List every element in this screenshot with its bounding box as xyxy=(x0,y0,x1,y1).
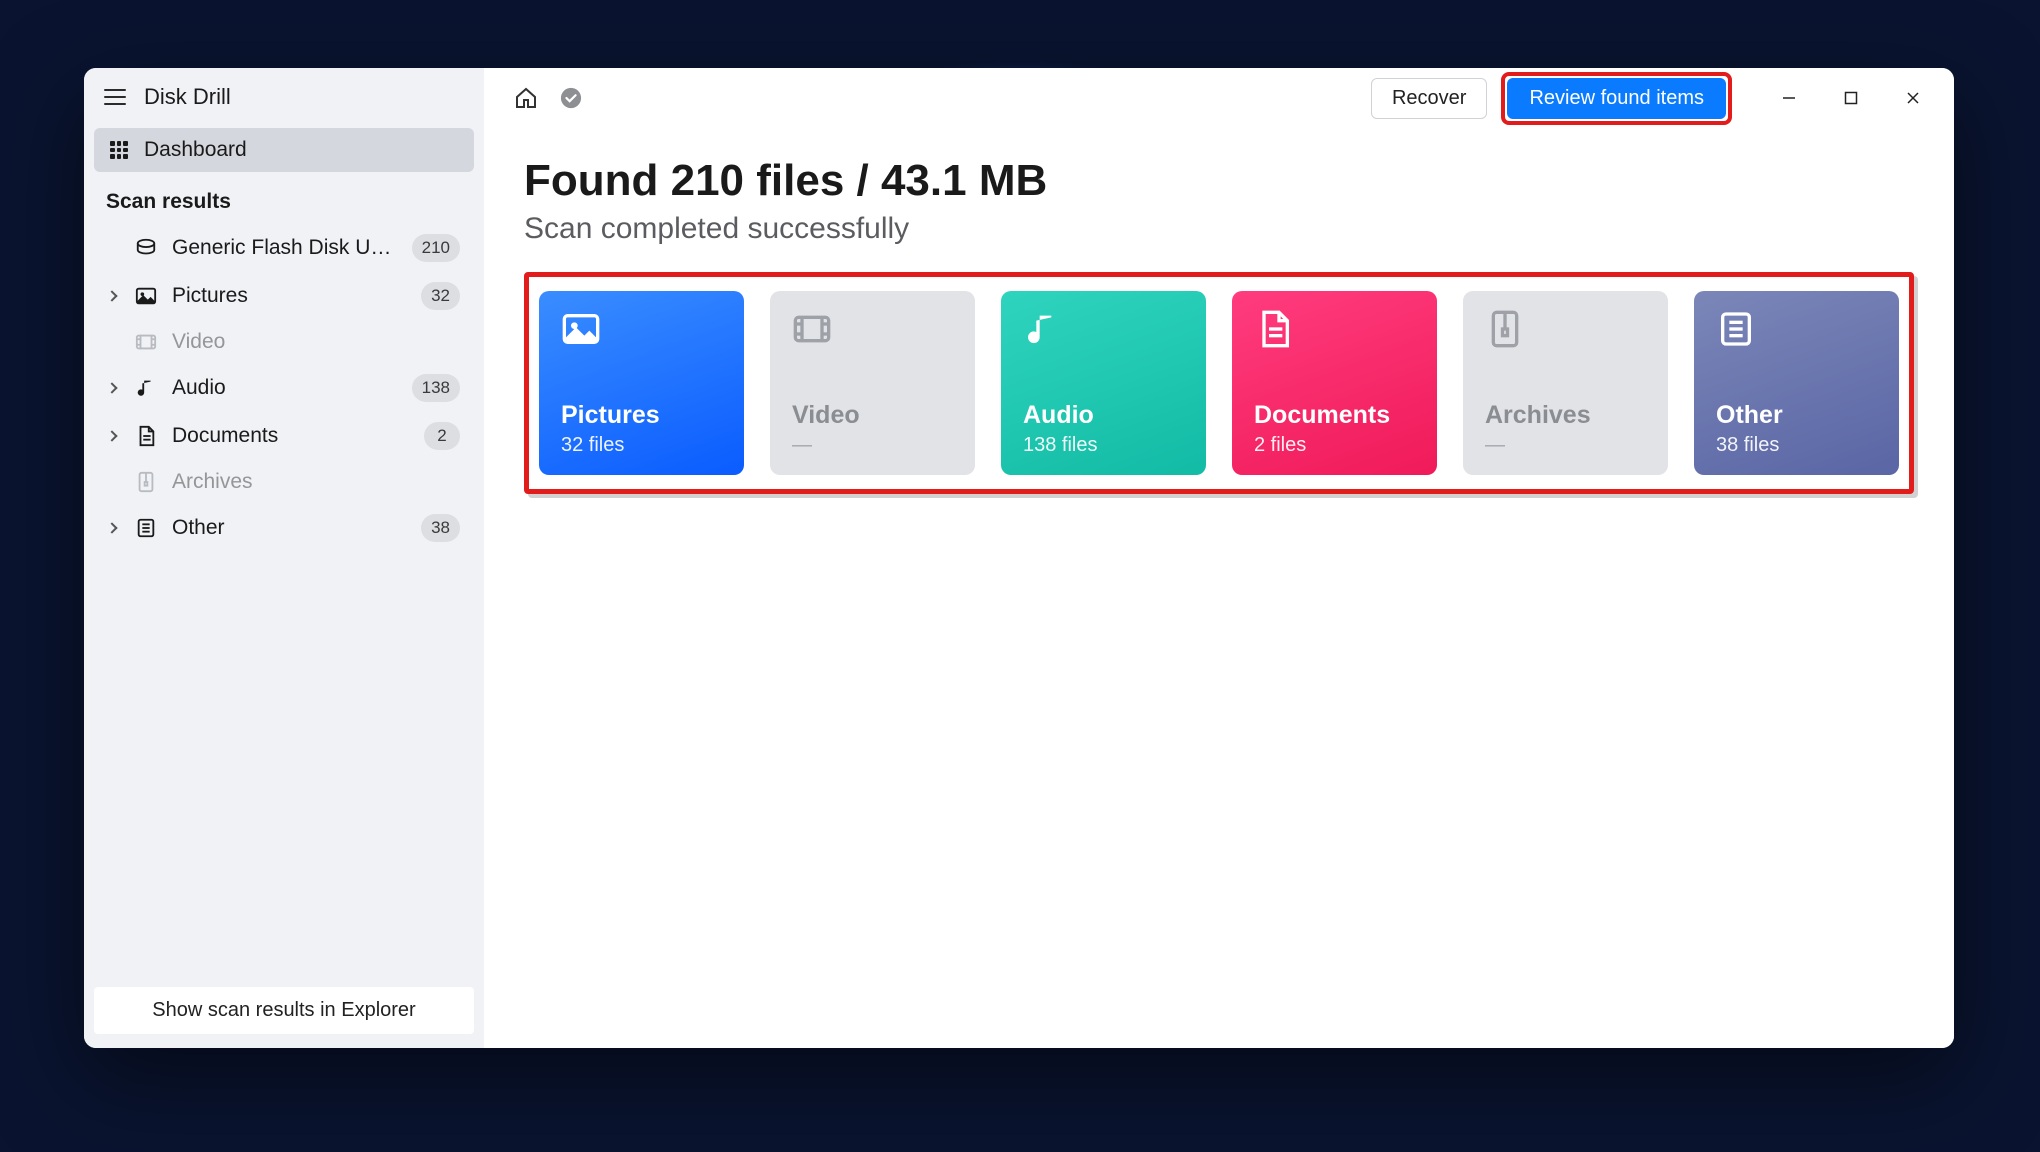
recover-button[interactable]: Recover xyxy=(1371,78,1487,119)
titlebar: Recover Review found items xyxy=(484,68,1954,128)
card-title: Archives xyxy=(1485,401,1646,430)
sidebar-item-dashboard[interactable]: Dashboard xyxy=(94,128,474,172)
app-window: Disk Drill Dashboard Scan results Generi… xyxy=(84,68,1954,1048)
sidebar: Disk Drill Dashboard Scan results Generi… xyxy=(84,68,484,1048)
home-icon[interactable] xyxy=(514,86,538,110)
card-subtitle: 138 files xyxy=(1023,434,1184,457)
archives-icon xyxy=(134,470,158,494)
highlight-annotation-cards: Pictures 32 files Video — Audio 138 files Docu… xyxy=(524,272,1914,494)
archives-icon xyxy=(1485,309,1527,351)
app-title: Disk Drill xyxy=(144,84,231,110)
category-card-video[interactable]: Video — xyxy=(770,291,975,475)
results-heading: Found 210 files / 43.1 MB Scan completed… xyxy=(524,128,1914,246)
sidebar-item-label: Other xyxy=(172,516,407,540)
hamburger-icon[interactable] xyxy=(104,89,126,105)
chevron-right-icon xyxy=(104,524,120,532)
category-card-pictures[interactable]: Pictures 32 files xyxy=(539,291,744,475)
audio-icon xyxy=(1023,309,1065,351)
category-cards-row: Pictures 32 files Video — Audio 138 files Docu… xyxy=(539,291,1899,475)
card-subtitle: 32 files xyxy=(561,434,722,457)
show-in-explorer-button[interactable]: Show scan results in Explorer xyxy=(94,987,474,1034)
other-icon xyxy=(134,516,158,540)
window-controls xyxy=(1758,70,1944,126)
sidebar-item-label: Documents xyxy=(172,424,410,448)
highlight-annotation: Review found items xyxy=(1501,72,1732,125)
sidebar-nav: Dashboard Scan results Generic Flash Dis… xyxy=(84,128,484,987)
card-title: Documents xyxy=(1254,401,1415,430)
count-badge: 210 xyxy=(412,234,460,262)
sidebar-item-other[interactable]: Other 38 xyxy=(94,504,474,552)
count-badge: 2 xyxy=(424,422,460,450)
drive-icon xyxy=(134,236,158,260)
card-subtitle: — xyxy=(1485,434,1646,457)
main-content: Recover Review found items xyxy=(484,68,1954,1048)
sidebar-section-label: Scan results xyxy=(94,172,474,224)
sidebar-item-label: Archives xyxy=(172,470,460,494)
results-title: Found 210 files / 43.1 MB xyxy=(524,156,1914,206)
sidebar-item-documents[interactable]: Documents 2 xyxy=(94,412,474,460)
count-badge: 32 xyxy=(421,282,460,310)
sidebar-item-audio[interactable]: Audio 138 xyxy=(94,364,474,412)
category-card-other[interactable]: Other 38 files xyxy=(1694,291,1899,475)
sidebar-item-label: Audio xyxy=(172,376,398,400)
category-card-archives[interactable]: Archives — xyxy=(1463,291,1668,475)
close-button[interactable] xyxy=(1882,70,1944,126)
card-title: Other xyxy=(1716,401,1877,430)
chevron-right-icon xyxy=(104,432,120,440)
sidebar-footer: Show scan results in Explorer xyxy=(84,987,484,1038)
card-title: Audio xyxy=(1023,401,1184,430)
chevron-right-icon xyxy=(104,292,120,300)
other-icon xyxy=(1716,309,1758,351)
card-subtitle: 38 files xyxy=(1716,434,1877,457)
category-card-audio[interactable]: Audio 138 files xyxy=(1001,291,1206,475)
review-found-items-button[interactable]: Review found items xyxy=(1507,78,1726,119)
results-subtitle: Scan completed successfully xyxy=(524,212,1914,246)
sidebar-item-video[interactable]: Video xyxy=(94,320,474,364)
sidebar-item-archives[interactable]: Archives xyxy=(94,460,474,504)
dashboard-icon xyxy=(110,141,128,159)
sidebar-item-pictures[interactable]: Pictures 32 xyxy=(94,272,474,320)
sidebar-item-label: Video xyxy=(172,330,460,354)
card-subtitle: — xyxy=(792,434,953,457)
audio-icon xyxy=(134,376,158,400)
sidebar-item-drive[interactable]: Generic Flash Disk USB... 210 xyxy=(94,224,474,272)
maximize-button[interactable] xyxy=(1820,70,1882,126)
category-card-documents[interactable]: Documents 2 files xyxy=(1232,291,1437,475)
sidebar-header: Disk Drill xyxy=(84,80,484,128)
sidebar-item-label: Pictures xyxy=(172,284,407,308)
minimize-button[interactable] xyxy=(1758,70,1820,126)
card-subtitle: 2 files xyxy=(1254,434,1415,457)
pictures-icon xyxy=(134,284,158,308)
documents-icon xyxy=(134,424,158,448)
card-title: Pictures xyxy=(561,401,722,430)
video-icon xyxy=(134,330,158,354)
count-badge: 38 xyxy=(421,514,460,542)
chevron-right-icon xyxy=(104,384,120,392)
count-badge: 138 xyxy=(412,374,460,402)
video-icon xyxy=(792,309,834,351)
pictures-icon xyxy=(561,309,603,351)
sidebar-item-label: Generic Flash Disk USB... xyxy=(172,236,398,260)
card-title: Video xyxy=(792,401,953,430)
status-check-icon xyxy=(560,87,582,109)
sidebar-item-label: Dashboard xyxy=(144,138,247,162)
documents-icon xyxy=(1254,309,1296,351)
